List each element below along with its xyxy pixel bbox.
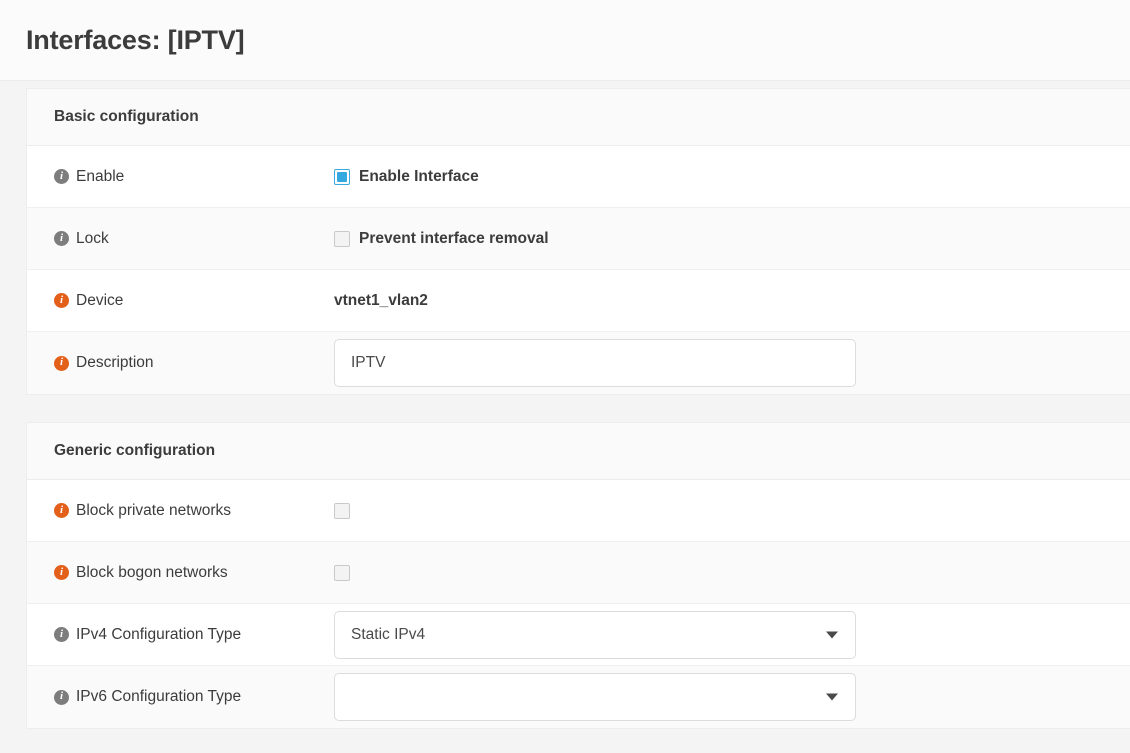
label-device: i Device — [27, 292, 334, 310]
block-private-networks-checkbox[interactable] — [334, 502, 350, 519]
label-enable: i Enable — [27, 168, 334, 186]
row-label-text: IPv4 Configuration Type — [76, 625, 242, 643]
info-icon-glyph: i — [59, 690, 64, 702]
row-description: i Description — [27, 332, 1130, 394]
block-private-networks-checkbox-wrap[interactable] — [334, 502, 350, 519]
value-device: vtnet1_vlan2 — [334, 292, 1130, 310]
info-icon-glyph: i — [59, 293, 64, 306]
label-block-private-networks: i Block private networks — [27, 502, 334, 520]
label-ipv6-configuration-type: i IPv6 Configuration Type — [27, 688, 334, 706]
info-icon-glyph: i — [59, 627, 64, 640]
enable-interface-checkbox[interactable] — [334, 168, 350, 185]
row-ipv4-configuration-type: i IPv4 Configuration Type Static IPv4 — [27, 604, 1130, 666]
row-label-text: Enable — [76, 167, 125, 185]
row-label-text: Lock — [76, 229, 109, 247]
row-label-text: Block bogon networks — [76, 563, 228, 581]
page-title: Interfaces: [IPTV] — [26, 24, 245, 55]
label-ipv4-configuration-type: i IPv4 Configuration Type — [27, 626, 334, 644]
info-icon-glyph: i — [59, 503, 64, 516]
row-label-text: Description — [76, 354, 154, 371]
enable-interface-checkbox-wrap[interactable]: Enable Interface — [334, 168, 479, 186]
row-block-private-networks: i Block private networks — [27, 480, 1130, 542]
device-value: vtnet1_vlan2 — [334, 291, 428, 309]
section-title: Generic configuration — [54, 442, 216, 459]
info-icon-glyph: i — [59, 231, 64, 244]
info-icon-glyph: i — [59, 565, 64, 578]
value-lock: Prevent interface removal — [334, 230, 1130, 248]
info-icon[interactable]: i — [54, 565, 69, 580]
label-block-bogon-networks: i Block bogon networks — [27, 564, 334, 582]
info-icon[interactable]: i — [54, 689, 69, 705]
card-header-basic-configuration: Basic configuration — [27, 89, 1130, 146]
card-basic-configuration: Basic configuration i Enable Enable Inte… — [26, 88, 1130, 395]
section-title: Basic configuration — [54, 108, 199, 125]
ipv6-configuration-type-select-wrap[interactable] — [334, 673, 856, 721]
info-icon-glyph: i — [59, 169, 64, 182]
info-icon[interactable]: i — [54, 503, 69, 518]
row-device: i Device vtnet1_vlan2 — [27, 270, 1130, 332]
value-ipv4-configuration-type: Static IPv4 — [334, 610, 1130, 659]
ipv4-configuration-type-value: Static IPv4 — [351, 625, 426, 643]
prevent-removal-checkbox[interactable] — [334, 230, 350, 247]
content-area: Basic configuration i Enable Enable Inte… — [0, 81, 1130, 753]
row-label-text: Device — [76, 291, 124, 309]
block-bogon-networks-checkbox-wrap[interactable] — [334, 564, 350, 581]
info-icon-glyph: i — [59, 356, 64, 368]
info-icon[interactable]: i — [54, 231, 69, 246]
enable-interface-label: Enable Interface — [359, 167, 479, 185]
row-label-text: Block private networks — [76, 501, 232, 519]
card-generic-configuration: Generic configuration i Block private ne… — [26, 422, 1130, 729]
ipv4-configuration-type-select-wrap[interactable]: Static IPv4 — [334, 610, 856, 659]
label-lock: i Lock — [27, 230, 334, 248]
row-enable: i Enable Enable Interface — [27, 146, 1130, 208]
row-lock: i Lock Prevent interface removal — [27, 208, 1130, 270]
row-ipv6-configuration-type: i IPv6 Configuration Type — [27, 666, 1130, 728]
info-icon[interactable]: i — [54, 169, 69, 184]
prevent-removal-checkbox-wrap[interactable]: Prevent interface removal — [334, 230, 549, 248]
info-icon[interactable]: i — [54, 293, 69, 308]
row-block-bogon-networks: i Block bogon networks — [27, 542, 1130, 604]
page-header: Interfaces: [IPTV] — [0, 0, 1130, 81]
info-icon[interactable]: i — [54, 355, 69, 371]
prevent-removal-label: Prevent interface removal — [359, 229, 549, 247]
info-icon[interactable]: i — [54, 627, 69, 642]
block-bogon-networks-checkbox[interactable] — [334, 564, 350, 581]
description-input[interactable] — [334, 339, 856, 387]
label-description: i Description — [27, 354, 334, 372]
ipv4-configuration-type-select[interactable]: Static IPv4 — [334, 610, 856, 659]
value-block-private-networks — [334, 502, 1130, 519]
ipv6-configuration-type-select[interactable] — [334, 673, 856, 721]
value-enable: Enable Interface — [334, 168, 1130, 186]
value-description — [334, 339, 1130, 387]
card-header-generic-configuration: Generic configuration — [27, 423, 1130, 480]
row-label-text: IPv6 Configuration Type — [76, 688, 242, 705]
value-block-bogon-networks — [334, 564, 1130, 581]
value-ipv6-configuration-type — [334, 673, 1130, 721]
